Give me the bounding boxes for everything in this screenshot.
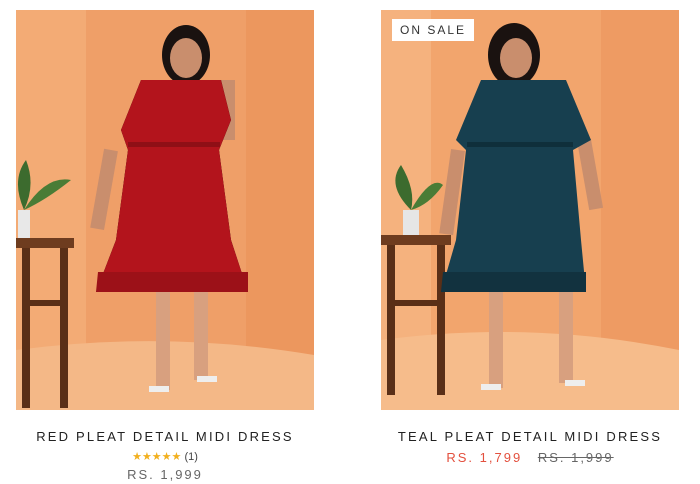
- product-price: RS. 1,799 RS. 1,999: [381, 450, 679, 465]
- product-image-teal-dress[interactable]: ON SALE: [381, 10, 679, 410]
- product-rating: ★★★★★ (1): [16, 450, 314, 463]
- star-rating-icon: ★★★★★: [132, 451, 182, 463]
- product-title[interactable]: RED PLEAT DETAIL MIDI DRESS: [16, 429, 314, 444]
- review-count[interactable]: (1): [184, 451, 197, 463]
- product-photo: [381, 10, 679, 410]
- product-photo: [16, 10, 314, 410]
- product-title[interactable]: TEAL PLEAT DETAIL MIDI DRESS: [381, 429, 679, 444]
- product-price: RS. 1,999: [127, 467, 203, 482]
- product-image-red-dress[interactable]: [16, 10, 314, 410]
- on-sale-badge: ON SALE: [392, 19, 475, 41]
- product-card-teal-dress[interactable]: ON SALE TEAL PLEAT DETAIL MIDI DRESS RS.…: [381, 10, 679, 465]
- product-card-red-dress[interactable]: RED PLEAT DETAIL MIDI DRESS ★★★★★ (1) RS…: [16, 10, 314, 482]
- sale-price: RS. 1,799: [446, 450, 523, 465]
- original-price: RS. 1,999: [537, 450, 614, 465]
